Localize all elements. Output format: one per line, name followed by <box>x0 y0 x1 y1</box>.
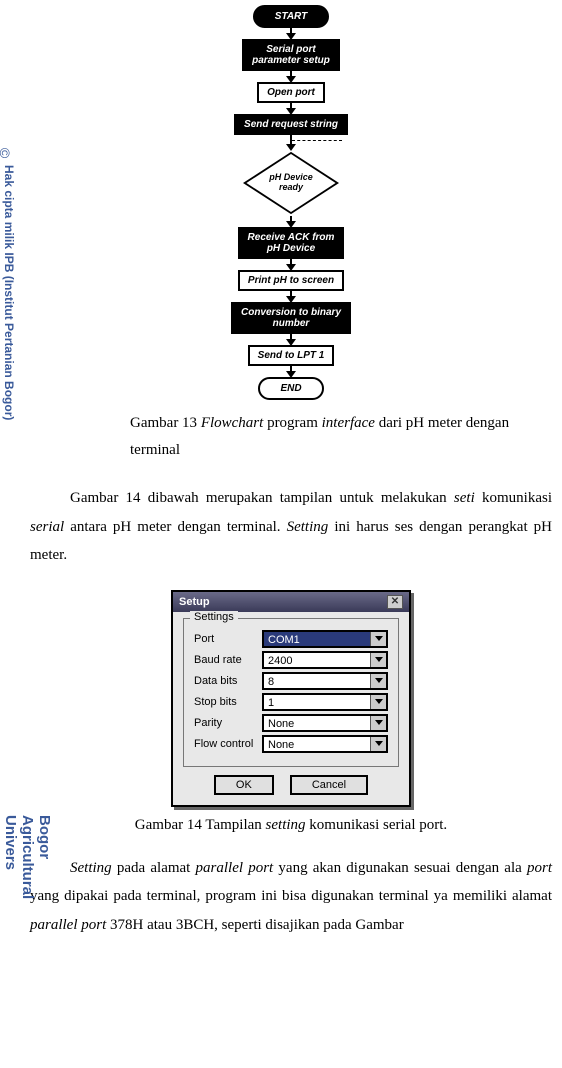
flowchart-end: END <box>258 377 323 400</box>
databits-combo[interactable]: 8 <box>262 672 388 690</box>
figure-13-caption: Gambar 13 Flowchart program interface da… <box>130 410 552 464</box>
watermark-text-1: Hak cipta milik IPB (Institut Pertanian … <box>2 165 16 420</box>
settings-group-label: Settings <box>190 611 238 623</box>
flowchart-decision-ph-ready: pH Device ready <box>243 154 339 212</box>
cancel-button[interactable]: Cancel <box>290 775 368 795</box>
baud-label: Baud rate <box>194 654 262 666</box>
flowchart-step-conversion: Conversion to binary number <box>231 302 351 334</box>
flow-label: Flow control <box>194 738 262 750</box>
parity-combo[interactable]: None <box>262 714 388 732</box>
watermark-text-2: Bogor Agricultural Univers <box>2 815 53 939</box>
port-combo[interactable]: COM1 <box>262 630 388 648</box>
chevron-down-icon[interactable] <box>370 674 386 688</box>
flowchart-step-print-ph: Print pH to screen <box>238 270 344 291</box>
stopbits-combo[interactable]: 1 <box>262 693 388 711</box>
flowchart-step-send-request: Send request string <box>234 114 348 135</box>
setup-dialog: Setup ✕ Settings Port COM1 Baud rate <box>171 590 411 807</box>
flowchart-step-send-lpt: Send to LPT 1 <box>248 345 335 366</box>
flowchart-step-receive-ack: Receive ACK from pH Device <box>238 227 345 259</box>
stopbits-label: Stop bits <box>194 696 262 708</box>
chevron-down-icon[interactable] <box>370 737 386 751</box>
chevron-down-icon[interactable] <box>370 653 386 667</box>
copyright-symbol: © <box>0 148 13 158</box>
figure-14-caption: Gambar 14 Tampilan setting komunikasi se… <box>30 817 552 834</box>
chevron-down-icon[interactable] <box>370 695 386 709</box>
flow-combo[interactable]: None <box>262 735 388 753</box>
paragraph-2: Setting pada alamat parallel port yang a… <box>30 854 552 940</box>
baud-combo[interactable]: 2400 <box>262 651 388 669</box>
flowchart-start: START <box>253 5 329 28</box>
dialog-title: Setup <box>179 596 210 608</box>
chevron-down-icon[interactable] <box>370 716 386 730</box>
chevron-down-icon[interactable] <box>370 632 386 646</box>
databits-label: Data bits <box>194 675 262 687</box>
flowchart-step-serial-setup: Serial port parameter setup <box>242 39 340 71</box>
port-label: Port <box>194 633 262 645</box>
ok-button[interactable]: OK <box>214 775 274 795</box>
close-icon[interactable]: ✕ <box>387 595 403 609</box>
flowchart-step-open-port: Open port <box>257 82 325 103</box>
flowchart: START Serial port parameter setup Open p… <box>30 5 552 400</box>
parity-label: Parity <box>194 717 262 729</box>
paragraph-1: Gambar 14 dibawah merupakan tampilan unt… <box>30 484 552 570</box>
